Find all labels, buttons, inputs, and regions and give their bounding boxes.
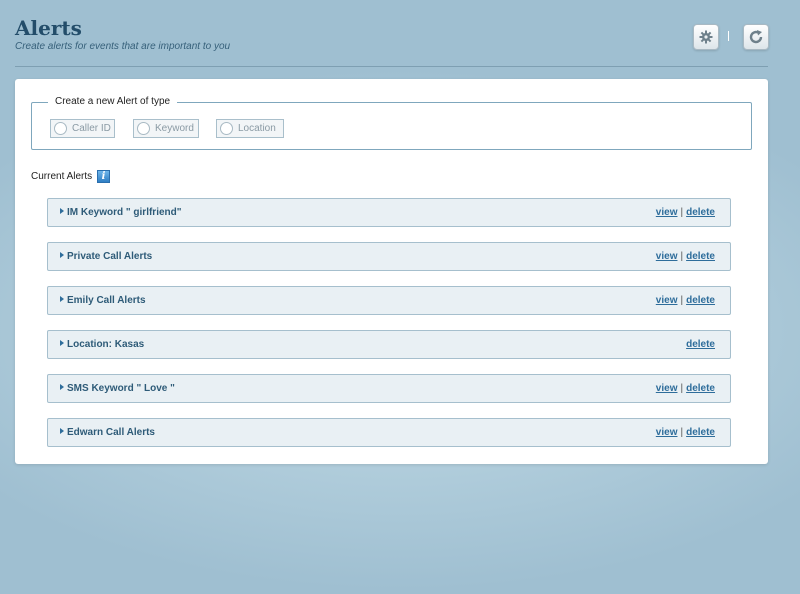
- alert-row[interactable]: SMS Keyword " Love " view | delete: [47, 374, 731, 403]
- view-link[interactable]: view: [656, 207, 678, 218]
- info-icon[interactable]: i: [97, 170, 110, 183]
- alert-row[interactable]: IM Keyword " girlfriend" view | delete: [47, 198, 731, 227]
- gear-icon: [699, 30, 713, 44]
- view-link[interactable]: view: [656, 427, 678, 438]
- alert-row[interactable]: Emily Call Alerts view | delete: [47, 286, 731, 315]
- alert-type-location[interactable]: Location: [216, 119, 284, 138]
- alert-row[interactable]: Edwarn Call Alerts view | delete: [47, 418, 731, 447]
- delete-link[interactable]: delete: [686, 339, 715, 350]
- refresh-icon: [749, 30, 763, 44]
- delete-link[interactable]: delete: [686, 251, 715, 262]
- alert-type-label: Location: [238, 123, 276, 134]
- link-separator: |: [680, 383, 684, 394]
- delete-link[interactable]: delete: [686, 383, 715, 394]
- radio-icon: [137, 122, 150, 135]
- alert-row[interactable]: Location: Kasas delete: [47, 330, 731, 359]
- create-alert-group: Create a new Alert of type Caller ID Key…: [31, 96, 752, 150]
- expand-arrow-icon[interactable]: [60, 340, 64, 346]
- delete-link[interactable]: delete: [686, 427, 715, 438]
- alert-title: Edwarn Call Alerts: [67, 427, 155, 438]
- link-separator: |: [680, 251, 684, 262]
- view-link[interactable]: view: [656, 251, 678, 262]
- view-link[interactable]: view: [656, 383, 678, 394]
- radio-icon: [54, 122, 67, 135]
- alert-type-label: Caller ID: [72, 123, 111, 134]
- link-separator: |: [680, 427, 684, 438]
- current-alerts-heading: Current Alerts: [31, 171, 93, 182]
- alert-title: IM Keyword " girlfriend": [67, 207, 182, 218]
- radio-icon: [220, 122, 233, 135]
- alert-title: Private Call Alerts: [67, 251, 153, 262]
- create-alert-legend: Create a new Alert of type: [48, 96, 178, 107]
- settings-button[interactable]: [693, 24, 719, 50]
- page-subtitle: Create alerts for events that are import…: [15, 41, 231, 52]
- expand-arrow-icon[interactable]: [60, 208, 64, 214]
- alert-type-caller-id[interactable]: Caller ID: [50, 119, 115, 138]
- expand-arrow-icon[interactable]: [60, 296, 64, 302]
- alert-type-label: Keyword: [155, 123, 194, 134]
- link-separator: |: [680, 207, 684, 218]
- expand-arrow-icon[interactable]: [60, 428, 64, 434]
- refresh-button[interactable]: [743, 24, 769, 50]
- expand-arrow-icon[interactable]: [60, 252, 64, 258]
- alerts-panel: Create a new Alert of type Caller ID Key…: [15, 79, 768, 464]
- delete-link[interactable]: delete: [686, 295, 715, 306]
- alert-row[interactable]: Private Call Alerts view | delete: [47, 242, 731, 271]
- delete-link[interactable]: delete: [686, 207, 715, 218]
- expand-arrow-icon[interactable]: [60, 384, 64, 390]
- toolbar-divider: [728, 31, 729, 41]
- alert-title: Emily Call Alerts: [67, 295, 146, 306]
- view-link[interactable]: view: [656, 295, 678, 306]
- alert-type-keyword[interactable]: Keyword: [133, 119, 199, 138]
- alert-title: SMS Keyword " Love ": [67, 383, 175, 394]
- header-divider: [15, 66, 768, 67]
- alert-title: Location: Kasas: [67, 339, 145, 350]
- page-title: Alerts: [15, 16, 82, 40]
- link-separator: |: [680, 295, 684, 306]
